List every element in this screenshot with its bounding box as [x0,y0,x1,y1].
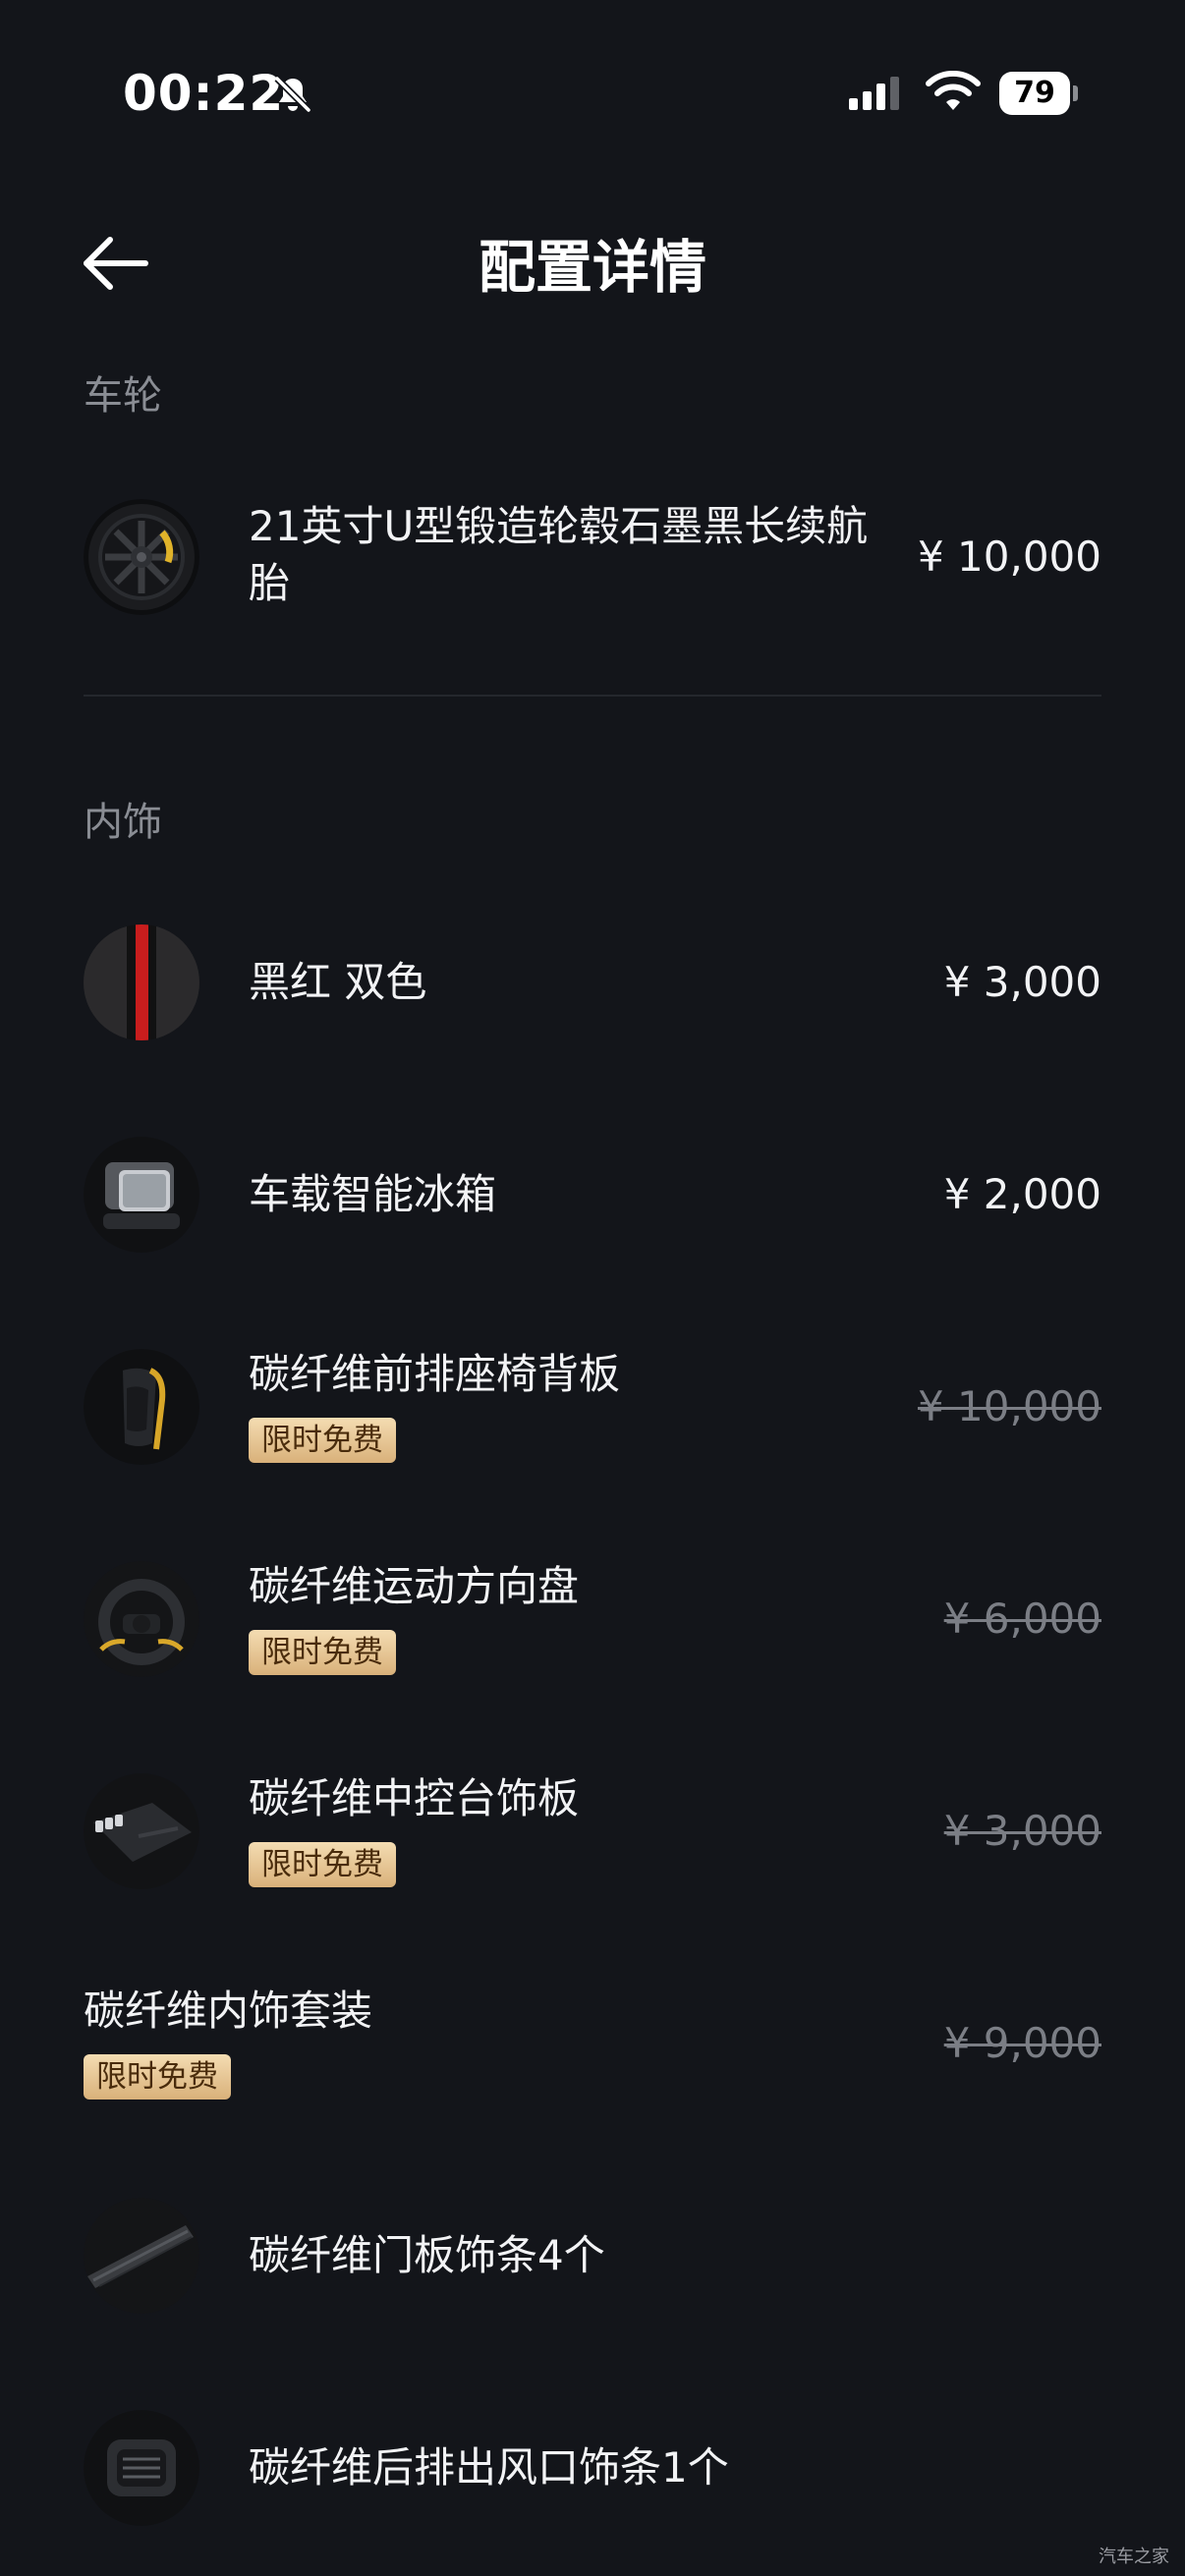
status-time: 00:22 [123,65,285,122]
package-name: 碳纤维内饰套装 [84,1987,373,2035]
section-title-wheels: 车轮 [84,373,162,419]
item-price: ¥ 2,000 [943,1170,1101,1218]
cellular-signal-icon [849,77,899,110]
black-red-fabric-thumbnail [84,924,199,1040]
list-item[interactable]: 黑红 双色 ¥ 3,000 [84,924,1101,1041]
list-item[interactable]: 碳纤维运动方向盘 限时免费 ¥ 6,000 [84,1560,1101,1678]
item-name: 碳纤维后排出风口饰条1个 [249,2443,729,2492]
wheel-thumbnail [84,499,199,615]
section-divider [84,695,1101,697]
watermark: 汽车之家 [1099,2547,1169,2567]
item-name: 车载智能冰箱 [249,1170,497,1218]
free-promo-badge: 限时免费 [84,2054,231,2100]
section-title-interior: 内饰 [84,800,162,845]
package-sub-item[interactable]: 碳纤维门板饰条4个 [84,2197,1101,2315]
back-button[interactable] [77,228,155,307]
item-price: ¥ 3,000 [943,958,1101,1006]
list-item[interactable]: 21英寸U型锻造轮毂石墨黑长续航胎 ¥ 10,000 [84,496,1101,618]
item-price-original: ¥ 6,000 [943,1595,1101,1643]
list-item[interactable]: 碳纤维前排座椅背板 限时免费 ¥ 10,000 [84,1348,1101,1466]
item-name: 黑红 双色 [249,958,427,1006]
list-item[interactable]: 碳纤维中控台饰板 限时免费 ¥ 3,000 [84,1772,1101,1890]
free-promo-badge: 限时免费 [249,1630,396,1675]
page-title: 配置详情 [478,234,706,301]
status-bar: 00:22 79 [0,0,1185,196]
car-fridge-thumbnail [84,1137,199,1253]
package-sub-item[interactable]: 碳纤维后排出风口饰条1个 [84,2409,1101,2527]
free-promo-badge: 限时免费 [249,1842,396,1887]
bell-mute-icon [274,76,311,113]
door-trim-thumbnail [84,2198,199,2314]
battery-indicator: 79 [999,72,1078,115]
package-price-original: ¥ 9,000 [943,2019,1101,2067]
arrow-left-icon [84,237,148,290]
item-name: 碳纤维中控台饰板 [249,1774,580,1822]
free-promo-badge: 限时免费 [249,1418,396,1463]
wifi-icon [926,71,981,110]
rear-air-vent-thumbnail [84,2410,199,2526]
item-price: ¥ 10,000 [917,532,1101,581]
battery-level: 79 [999,72,1070,115]
item-name: 碳纤维运动方向盘 [249,1562,580,1610]
battery-cap [1073,85,1078,101]
steering-wheel-thumbnail [84,1561,199,1677]
seat-back-thumbnail [84,1349,199,1465]
item-name: 碳纤维门板饰条4个 [249,2231,605,2279]
item-price-original: ¥ 10,000 [917,1382,1101,1430]
item-name: 碳纤维前排座椅背板 [249,1350,621,1398]
center-console-thumbnail [84,1773,199,1889]
item-price-original: ¥ 3,000 [943,1807,1101,1855]
list-item[interactable]: 车载智能冰箱 ¥ 2,000 [84,1136,1101,1254]
package-header[interactable]: 碳纤维内饰套装 限时免费 ¥ 9,000 [84,1985,1101,2102]
item-name: 21英寸U型锻造轮毂石墨黑长续航胎 [249,502,869,607]
